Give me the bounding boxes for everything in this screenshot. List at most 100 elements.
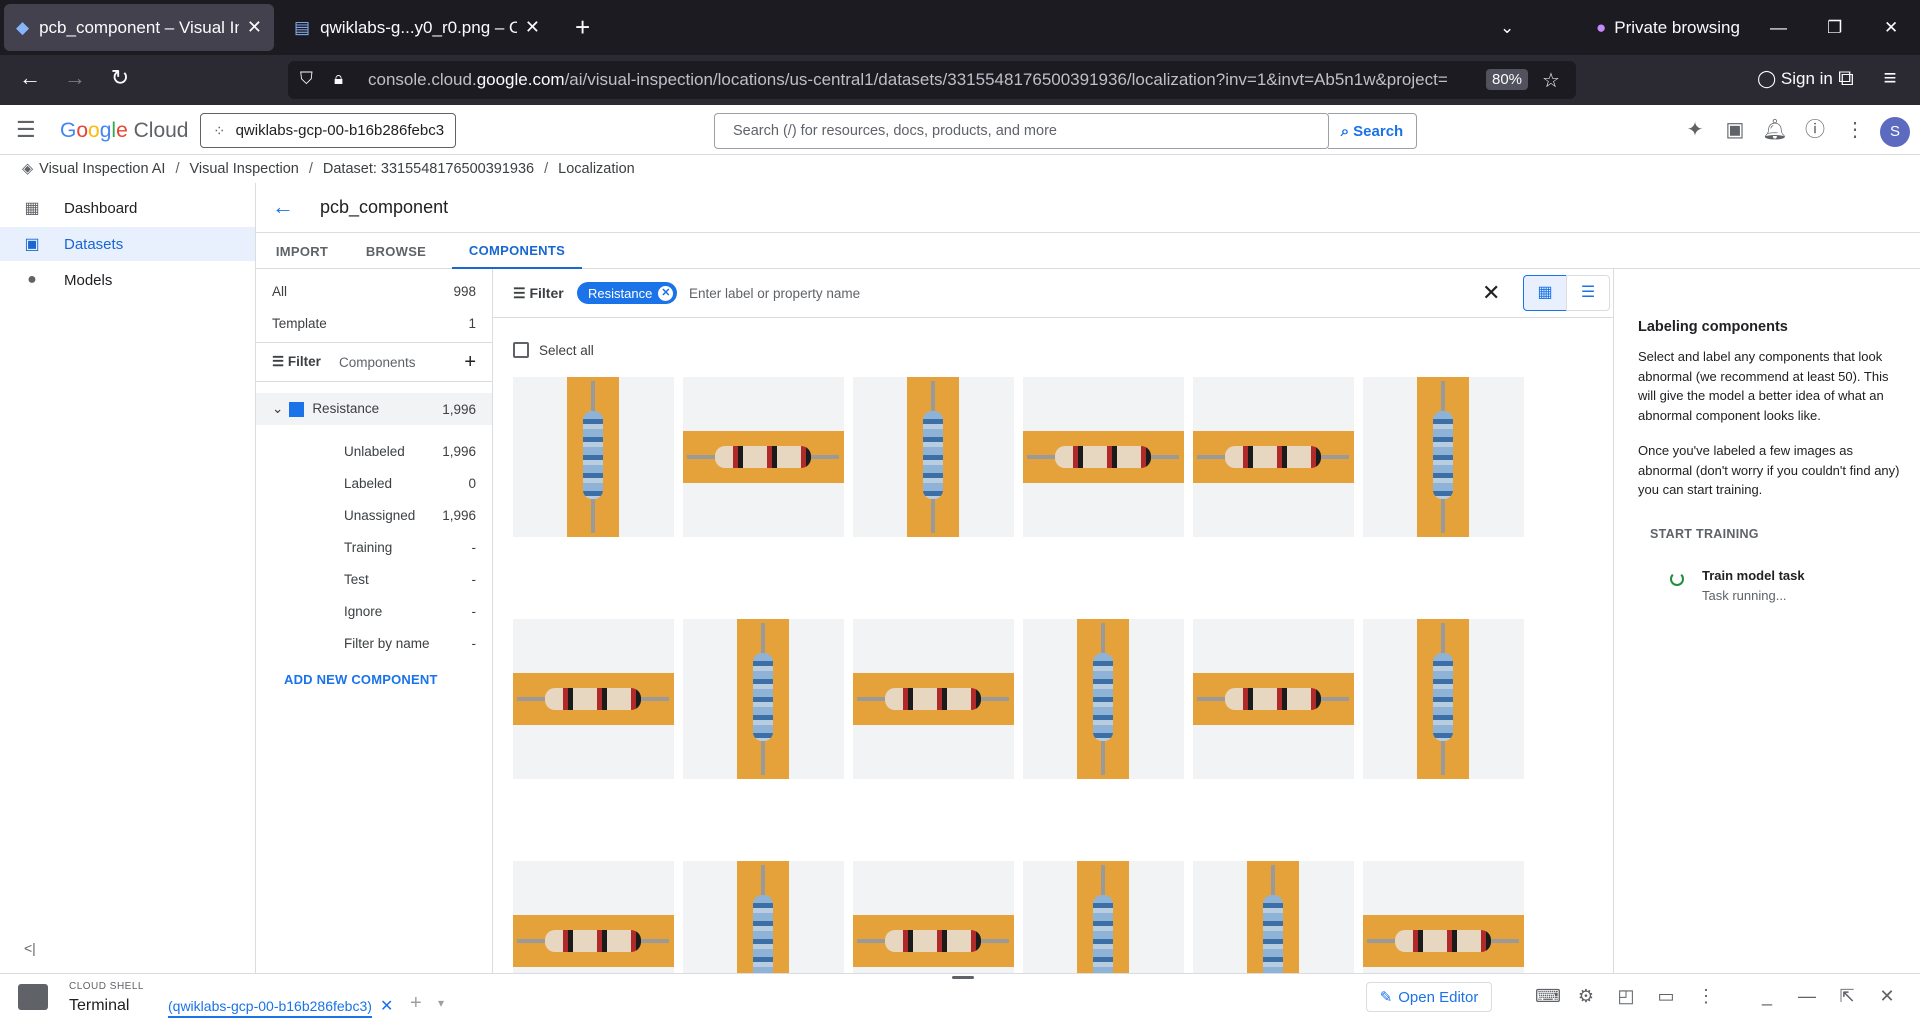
search-button[interactable]: ⌕ Search	[1328, 113, 1417, 149]
zoom-level[interactable]: 80%	[1486, 69, 1529, 90]
components-filter[interactable]: ☰ Filter Components +	[256, 348, 492, 376]
filter-row-filter-by-name[interactable]: Filter by name -	[256, 629, 492, 657]
component-tile[interactable]	[1193, 377, 1354, 537]
filter-button[interactable]: ☰ Filter	[513, 285, 564, 302]
breadcrumb-item[interactable]: Dataset: 3315548176500391936	[323, 161, 534, 177]
reload-button[interactable]: ↻	[105, 65, 135, 91]
project-selector[interactable]: ⁘ qwiklabs-gcp-00-b16b286febc3	[200, 113, 456, 148]
close-window-button[interactable]: ✕	[1884, 0, 1898, 55]
grid-view-icon[interactable]: ▦	[1523, 275, 1567, 311]
hamburger-menu-icon[interactable]: ☰	[16, 117, 36, 143]
open-new-window-icon[interactable]: ⇱	[1836, 986, 1858, 1007]
component-tile[interactable]	[513, 619, 674, 779]
component-tile[interactable]	[513, 861, 674, 973]
cloud-shell-icon[interactable]: ▣	[1722, 117, 1748, 143]
search-input[interactable]: Search (/) for resources, docs, products…	[714, 113, 1329, 149]
google-cloud-logo[interactable]: Google Cloud	[60, 119, 188, 143]
close-tab-icon[interactable]: ✕	[247, 17, 262, 38]
new-tab-button[interactable]: +	[575, 12, 590, 43]
component-tile[interactable]	[683, 377, 844, 537]
breadcrumb-item[interactable]: Visual Inspection	[189, 161, 298, 177]
add-session-icon[interactable]: +	[410, 992, 422, 1015]
resistor-image	[683, 431, 844, 483]
component-tile[interactable]	[1193, 619, 1354, 779]
filter-row-test[interactable]: Test -	[256, 565, 492, 593]
url-bar[interactable]: ⛉ 🔒︎ console.cloud.google.com/ai/visual-…	[288, 61, 1576, 99]
settings-gear-icon[interactable]: ⚙	[1575, 986, 1597, 1007]
tab-browse[interactable]: BROWSE	[348, 233, 444, 269]
menu-icon[interactable]: ≡	[1875, 65, 1905, 91]
more-vert-icon[interactable]: ⋮	[1842, 117, 1868, 143]
open-editor-button[interactable]: ✎ Open Editor	[1366, 982, 1492, 1012]
select-all-checkbox[interactable]: Select all	[513, 342, 594, 358]
component-tile[interactable]	[513, 377, 674, 537]
close-session-icon[interactable]: ✕	[380, 996, 393, 1016]
component-tile[interactable]	[1363, 861, 1524, 973]
tab-import[interactable]: IMPORT	[256, 233, 348, 269]
list-tabs-chevron-icon[interactable]: ⌄	[1500, 0, 1514, 55]
collapse-nav-icon[interactable]: <|	[24, 940, 36, 956]
nav-item-models[interactable]: ● Models	[0, 263, 255, 297]
clear-filter-icon[interactable]: ✕	[1482, 280, 1500, 306]
close-tab-icon[interactable]: ✕	[525, 17, 540, 38]
nav-item-dashboard[interactable]: ▦ Dashboard	[0, 191, 255, 225]
forward-button[interactable]: →	[60, 65, 90, 91]
filter-row-training[interactable]: Training -	[256, 533, 492, 561]
filter-row-unlabeled[interactable]: Unlabeled 1,996	[256, 437, 492, 465]
url-text[interactable]: console.cloud.google.com/ai/visual-inspe…	[368, 70, 1448, 90]
nav-item-datasets[interactable]: ▣ Datasets	[0, 227, 255, 261]
component-tile[interactable]	[1363, 619, 1524, 779]
web-preview-icon[interactable]: ◰	[1615, 986, 1637, 1007]
back-arrow-icon[interactable]: ←	[272, 194, 294, 220]
remove-chip-icon[interactable]: ✕	[658, 285, 674, 301]
component-tile[interactable]	[1023, 619, 1184, 779]
component-row-resistance[interactable]: ⌄ Resistance 1,996	[256, 393, 492, 425]
start-training-button[interactable]: START TRAINING	[1650, 527, 1759, 541]
add-new-component-button[interactable]: ADD NEW COMPONENT	[284, 672, 438, 687]
back-button[interactable]: ←	[15, 65, 45, 91]
bookmark-star-icon[interactable]: ☆	[1542, 68, 1560, 93]
filter-row-ignore[interactable]: Ignore -	[256, 597, 492, 625]
filter-row-all[interactable]: All 998	[256, 277, 492, 305]
help-icon[interactable]: ⓘ	[1802, 117, 1828, 143]
restore-shell-icon[interactable]: —	[1796, 986, 1818, 1007]
minimize-shell-icon[interactable]: _	[1756, 986, 1778, 1007]
more-vert-icon[interactable]: ⋮	[1695, 986, 1717, 1007]
browser-tab-active[interactable]: ◆ pcb_component – Visual Inspection AI ✕	[4, 4, 274, 51]
component-tile[interactable]	[1023, 861, 1184, 973]
shield-icon[interactable]: ⛉	[300, 69, 313, 89]
filter-row-labeled[interactable]: Labeled 0	[256, 469, 492, 497]
component-tile[interactable]	[1193, 861, 1354, 973]
browser-tab[interactable]: ▤ qwiklabs-g...y0_r0.png – Object ✕	[282, 4, 552, 51]
breadcrumb-item[interactable]: Visual Inspection AI	[39, 161, 165, 177]
chevron-down-icon[interactable]: ⌄	[272, 401, 283, 416]
component-tile[interactable]	[853, 861, 1014, 973]
filter-row-template[interactable]: Template 1	[256, 309, 492, 337]
minimize-window-button[interactable]: —	[1770, 0, 1787, 55]
filter-input[interactable]: Enter label or property name	[689, 286, 860, 301]
close-shell-icon[interactable]: ✕	[1876, 986, 1898, 1007]
lock-icon[interactable]: 🔒︎	[334, 69, 343, 89]
notifications-bell-icon[interactable]: 🔔︎	[1762, 117, 1788, 143]
gemini-sparkle-icon[interactable]: ✦	[1682, 117, 1708, 143]
checkbox[interactable]	[513, 342, 529, 358]
component-tile[interactable]	[853, 377, 1014, 537]
restore-window-button[interactable]: ❐	[1827, 0, 1842, 55]
component-tile[interactable]	[1363, 377, 1524, 537]
shell-session-tab[interactable]: (qwiklabs-gcp-00-b16b286febc3)	[168, 998, 372, 1018]
avatar[interactable]: S	[1880, 117, 1910, 147]
filter-chip-resistance[interactable]: Resistance ✕	[577, 282, 678, 304]
session-dropdown-icon[interactable]: ▾	[438, 996, 444, 1010]
list-view-icon[interactable]: ☰	[1566, 275, 1610, 311]
filter-row-unassigned[interactable]: Unassigned 1,996	[256, 501, 492, 529]
layout-icon[interactable]: ▭	[1655, 986, 1677, 1007]
component-tile[interactable]	[1023, 377, 1184, 537]
component-tile[interactable]	[683, 861, 844, 973]
extensions-icon[interactable]: ⧉	[1831, 65, 1861, 91]
component-tile[interactable]	[853, 619, 1014, 779]
add-icon[interactable]: +	[464, 351, 476, 374]
resize-handle[interactable]	[952, 976, 974, 979]
keyboard-icon[interactable]: ⌨	[1535, 986, 1561, 1007]
tab-components[interactable]: COMPONENTS	[452, 233, 582, 269]
component-tile[interactable]	[683, 619, 844, 779]
